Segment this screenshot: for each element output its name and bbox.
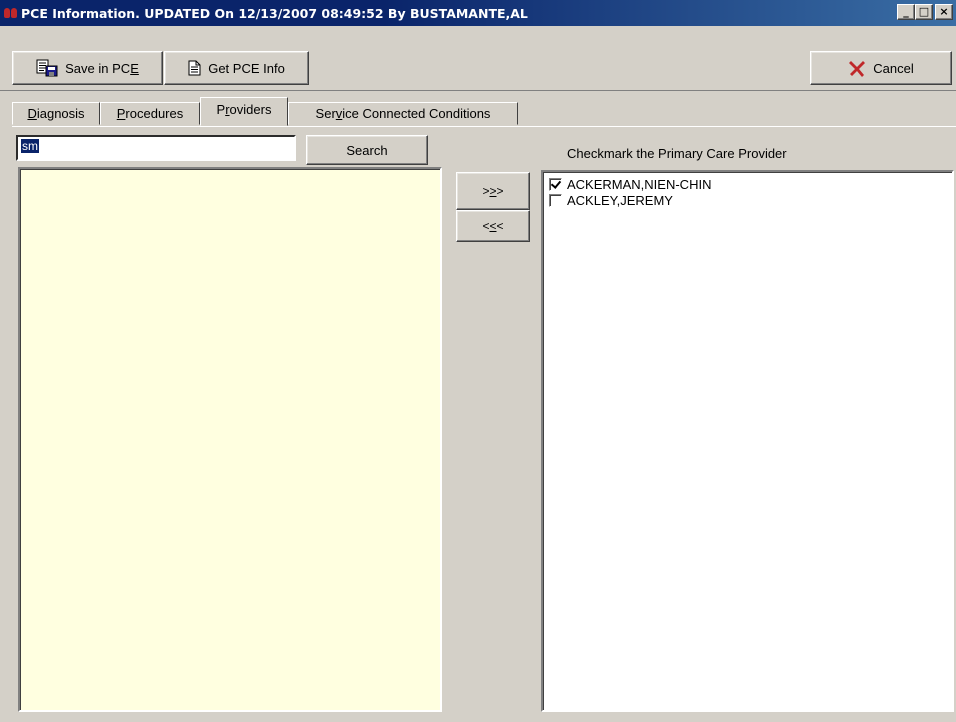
save-document-icon [36,59,58,77]
remove-provider-label: <<< [482,219,504,233]
window-title: PCE Information. UPDATED On 12/13/2007 0… [21,5,528,21]
provider-row[interactable]: ACKLEY,JEREMY [547,192,948,208]
tab-providers[interactable]: Pr oviders [200,97,288,126]
tab-diagnosis[interactable]: Diagnosis [12,102,100,125]
save-in-pce-button[interactable]: Save in PCE [12,51,163,85]
primary-provider-checkbox[interactable] [549,177,562,191]
cancel-button[interactable]: Cancel [810,51,952,85]
tab-service-connected-conditions[interactable]: Ser v ice Connected Conditions [288,102,518,125]
primary-provider-checkbox[interactable] [549,193,562,207]
add-provider-label: >>> [482,184,504,198]
selected-providers-list[interactable]: ACKERMAN,NIEN-CHIN ACKLEY,JEREMY [541,170,954,712]
toolbar-divider [0,90,956,91]
search-input-value: sm [21,139,39,153]
document-icon [188,60,201,76]
search-button-label: Search [346,142,388,158]
pce-information-window: PCE Information. UPDATED On 12/13/2007 0… [0,0,956,722]
provider-name: ACKERMAN,NIEN-CHIN [567,176,712,192]
maximize-button[interactable]: □ [915,4,933,20]
provider-row[interactable]: ACKERMAN,NIEN-CHIN [547,176,948,192]
search-button[interactable]: Search [306,135,428,165]
minimize-button[interactable]: _ [897,4,915,20]
tab-procedures[interactable]: Procedures [100,102,200,125]
provider-name: ACKLEY,JEREMY [567,192,673,208]
app-icon [4,7,18,19]
cancel-x-icon [848,59,866,77]
window-bottom-edge [0,716,956,722]
close-button[interactable]: × [935,4,953,20]
save-in-pce-label: Save in PCE [65,60,139,76]
title-bar[interactable]: PCE Information. UPDATED On 12/13/2007 0… [0,0,956,26]
get-pce-info-label: Get PCE Info [208,60,285,76]
tab-panel-top-edge [12,126,956,127]
cancel-label: Cancel [873,60,914,76]
get-pce-info-button[interactable]: Get PCE Info [164,51,309,85]
primary-care-instruction: Checkmark the Primary Care Provider [567,146,787,161]
search-input[interactable]: sm [16,135,296,161]
add-provider-button[interactable]: >>> [456,172,530,210]
search-results-list[interactable] [18,167,442,712]
remove-provider-button[interactable]: <<< [456,210,530,242]
